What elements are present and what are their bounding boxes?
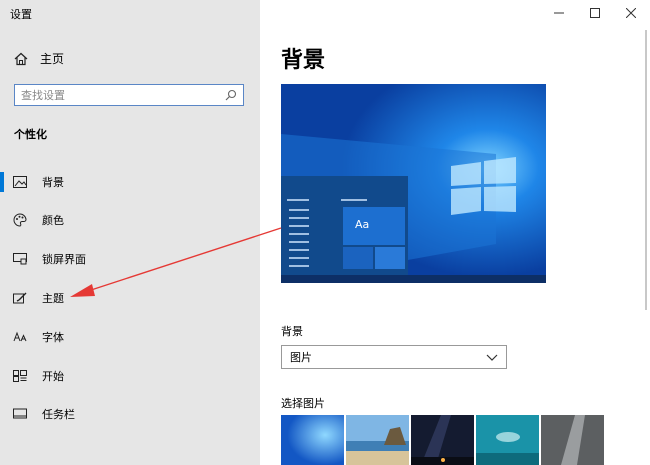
palette-icon [12, 212, 28, 228]
sidebar-item-taskbar[interactable]: 任务栏 [0, 400, 260, 428]
background-type-value: 图片 [290, 351, 312, 364]
sidebar-item-lock-screen[interactable]: 锁屏界面 [0, 245, 260, 273]
sidebar-item-label: 开始 [42, 370, 64, 383]
close-icon [626, 8, 636, 18]
sidebar-item-label: 字体 [42, 331, 64, 344]
search-icon[interactable] [225, 89, 237, 101]
sidebar-item-fonts[interactable]: 字体 [0, 323, 260, 351]
picture-thumbnail-night-sky[interactable] [411, 415, 474, 465]
theme-brush-icon [12, 290, 28, 306]
sidebar-item-label: 背景 [42, 176, 64, 189]
home-nav-item[interactable]: 主页 [14, 50, 64, 67]
preview-wallpaper [281, 84, 546, 283]
sidebar-item-background[interactable]: 背景 [0, 168, 260, 196]
sidebar-item-colors[interactable]: 颜色 [0, 206, 260, 234]
search-box[interactable] [14, 84, 244, 106]
sidebar-item-start[interactable]: 开始 [0, 362, 260, 390]
page-title: 背景 [281, 48, 326, 73]
picture-thumbnail-rock[interactable] [541, 415, 604, 465]
start-menu-icon [12, 368, 28, 384]
sidebar-item-label: 颜色 [42, 214, 64, 227]
sidebar-item-label: 锁屏界面 [42, 253, 86, 266]
section-title: 个性化 [14, 128, 47, 141]
sidebar: 设置 主页 个性化 背景 颜色 锁屏界面 [0, 0, 260, 465]
home-icon [14, 52, 28, 65]
sidebar-item-label: 主题 [42, 292, 64, 305]
picture-thumbnail-windows[interactable] [281, 415, 344, 465]
chevron-down-icon [486, 354, 498, 361]
picture-thumbnail-underwater[interactable] [476, 415, 539, 465]
taskbar-icon [12, 406, 28, 422]
sidebar-item-label: 任务栏 [42, 408, 75, 421]
picture-thumbnail-beach[interactable] [346, 415, 409, 465]
scrollbar[interactable] [645, 30, 647, 310]
search-input[interactable] [15, 88, 221, 102]
picture-thumbnails [281, 415, 604, 465]
maximize-button[interactable] [576, 0, 614, 26]
background-preview: Aa [281, 84, 546, 283]
maximize-icon [590, 8, 600, 18]
sidebar-item-themes[interactable]: 主题 [0, 284, 260, 312]
minimize-icon [554, 12, 564, 14]
minimize-button[interactable] [540, 0, 578, 26]
close-button[interactable] [612, 0, 650, 26]
main-content: 背景 Aa 背景 图片 选择图片 [260, 0, 650, 465]
image-icon [12, 174, 28, 190]
home-label: 主页 [40, 52, 65, 66]
background-label: 背景 [281, 325, 303, 338]
preview-sample-text: Aa [355, 218, 370, 231]
choose-picture-label: 选择图片 [281, 397, 325, 410]
lock-screen-icon [12, 251, 28, 267]
background-type-select[interactable]: 图片 [281, 345, 507, 369]
app-title: 设置 [10, 8, 32, 21]
font-icon [12, 329, 28, 345]
